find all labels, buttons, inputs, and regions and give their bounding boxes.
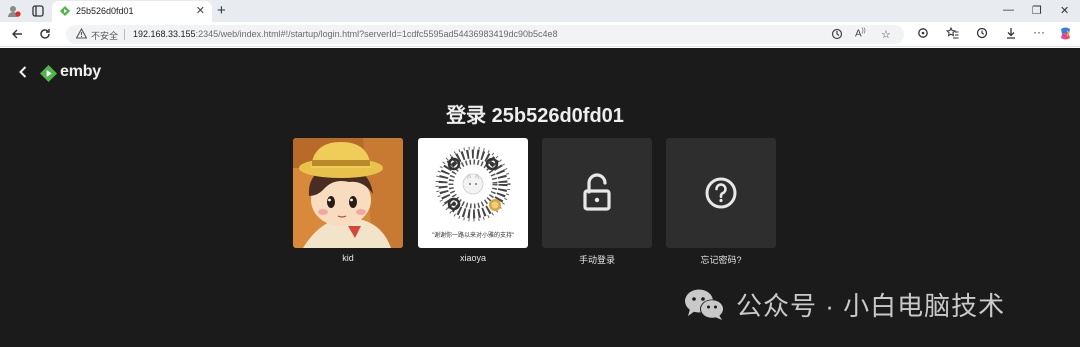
qr-code-icon xyxy=(435,146,511,222)
emby-favicon-icon xyxy=(60,6,70,16)
url-path: :2345/web/index.html#!/startup/login.htm… xyxy=(195,29,558,39)
copilot-icon[interactable] xyxy=(1058,26,1073,44)
profile-icon[interactable] xyxy=(6,3,22,19)
forgot-password-card[interactable] xyxy=(666,138,776,248)
insecure-label[interactable]: 不安全 xyxy=(91,29,118,42)
back-chevron-icon[interactable] xyxy=(16,65,30,79)
manual-login-card[interactable] xyxy=(542,138,652,248)
url-text[interactable]: 192.168.33.155:2345/web/index.html#!/sta… xyxy=(133,29,558,39)
tab-strip: 25b526d0fd01 ✕ + — ❐ ✕ xyxy=(0,0,1080,22)
minimize-button[interactable]: — xyxy=(1003,4,1014,16)
qr-code-image: "谢谢你一路以来对小雅的支持" xyxy=(418,138,528,248)
forgot-password-label[interactable]: 忘记密码? xyxy=(666,253,776,266)
history-icon[interactable] xyxy=(976,27,988,42)
emby-logo-text: emby xyxy=(60,63,101,80)
user-name-xiaoya[interactable]: xiaoya xyxy=(418,253,528,263)
tab-title: 25b526d0fd01 xyxy=(76,6,134,16)
page-title: 登录 25b526d0fd01 xyxy=(446,105,624,127)
restore-button[interactable]: ❐ xyxy=(1032,4,1042,17)
read-aloud-icon[interactable]: A)) xyxy=(855,28,866,39)
favorite-star-icon[interactable]: ☆ xyxy=(881,28,891,41)
browser-tab-active[interactable]: 25b526d0fd01 ✕ xyxy=(52,1,212,22)
refresh-icon[interactable] xyxy=(37,26,53,42)
watermark: 公众号 · 小白电脑技术 xyxy=(684,284,1005,324)
url-host: 192.168.33.155 xyxy=(133,29,196,39)
user-card-xiaoya[interactable]: "谢谢你一路以来对小雅的支持" xyxy=(418,138,528,248)
wechat-icon xyxy=(685,289,724,320)
address-bar[interactable]: 不安全 192.168.33.155:2345/web/index.html#!… xyxy=(66,25,904,44)
watermark-text: 公众号 · 小白电脑技术 xyxy=(736,290,1006,321)
more-menu-icon[interactable]: ··· xyxy=(1033,25,1045,39)
user-name-kid[interactable]: kid xyxy=(293,253,403,263)
warning-icon[interactable] xyxy=(75,27,88,41)
tab-close-icon[interactable]: ✕ xyxy=(196,4,205,17)
new-tab-button[interactable]: + xyxy=(217,2,226,19)
close-window-button[interactable]: ✕ xyxy=(1060,4,1069,17)
help-question-icon xyxy=(705,177,737,209)
lock-icon xyxy=(583,173,611,211)
favorites-icon[interactable] xyxy=(945,26,959,42)
address-divider xyxy=(124,29,125,40)
emby-login-page: emby 登录 25b526d0fd01 kid "谢谢你一路以来对小雅的支持"… xyxy=(0,48,1080,347)
translate-icon[interactable] xyxy=(831,28,843,43)
tab-actions-icon[interactable] xyxy=(30,3,46,19)
back-arrow-icon[interactable] xyxy=(9,26,25,42)
manual-login-label[interactable]: 手动登录 xyxy=(542,253,652,266)
emby-logo-icon xyxy=(40,65,57,82)
download-icon[interactable] xyxy=(1005,27,1017,42)
avatar xyxy=(293,138,403,248)
extensions-icon[interactable] xyxy=(917,27,929,42)
qr-caption: "谢谢你一路以来对小雅的支持" xyxy=(431,233,515,239)
user-card-kid[interactable] xyxy=(293,138,403,248)
browser-toolbar: 不安全 192.168.33.155:2345/web/index.html#!… xyxy=(0,22,1080,47)
